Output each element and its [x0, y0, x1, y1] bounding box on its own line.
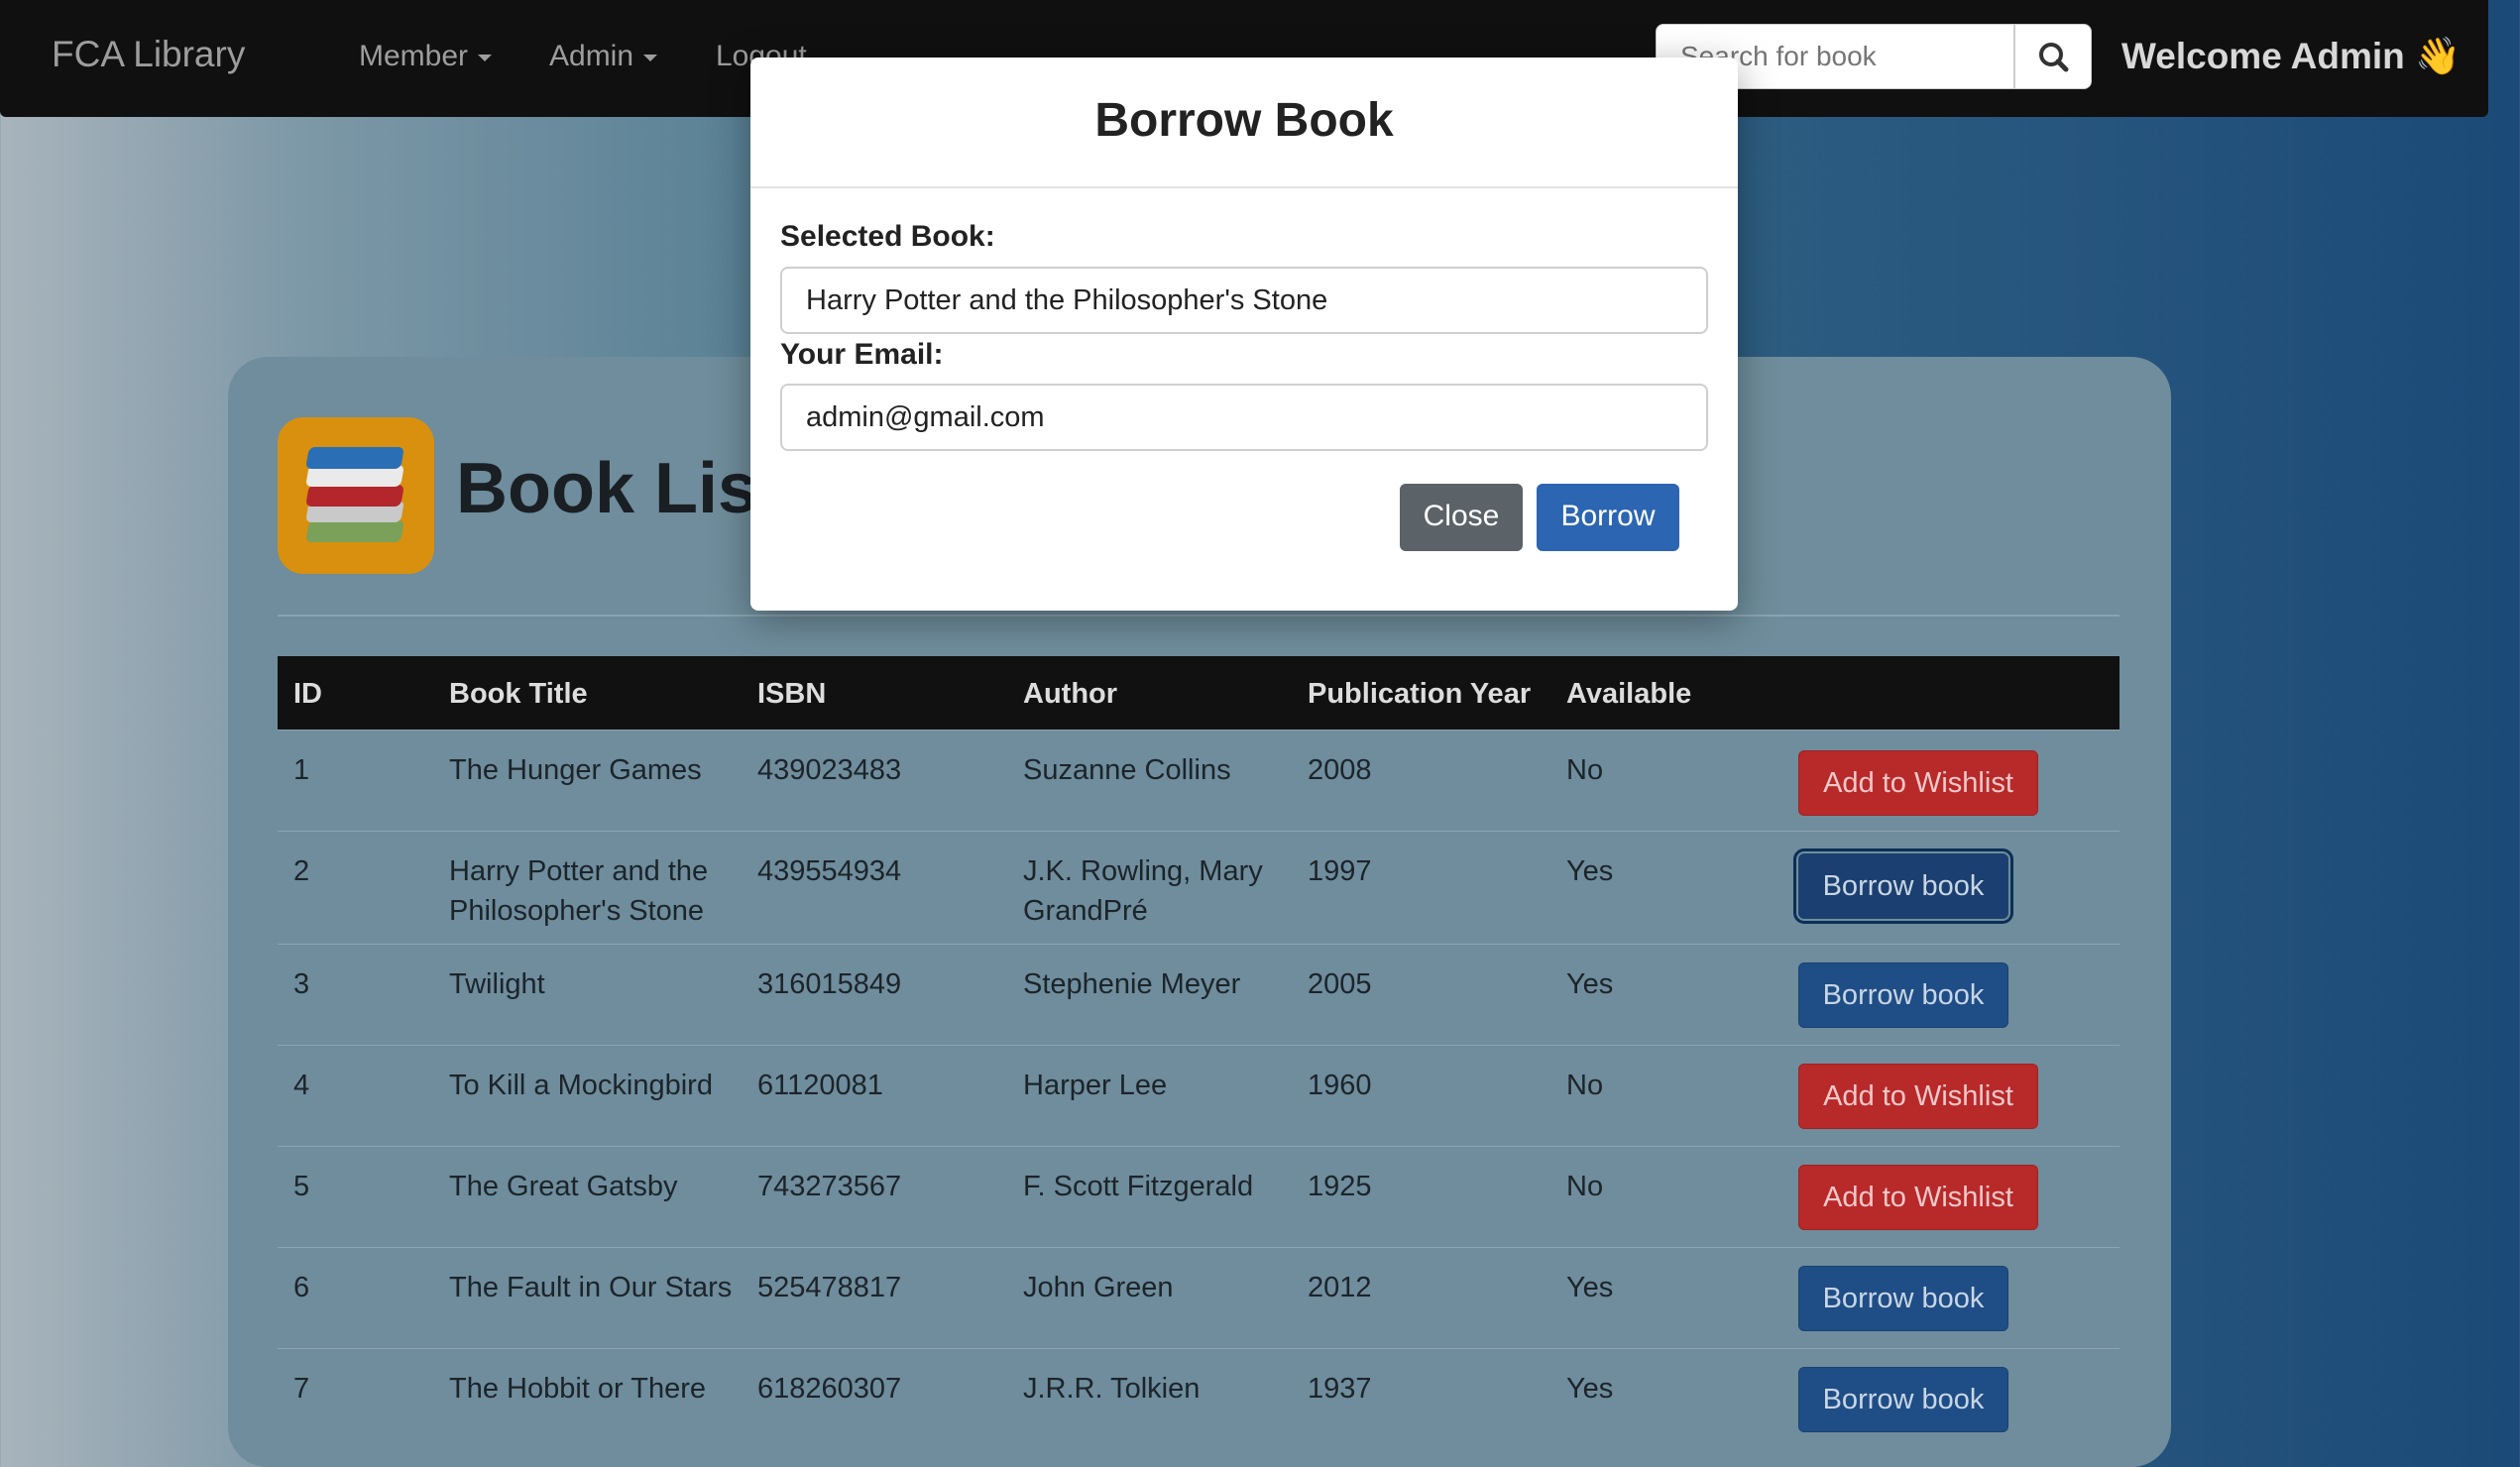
- search-icon: [2039, 43, 2069, 72]
- cell-isbn: 525478817: [757, 1272, 902, 1303]
- cell-available: Yes: [1566, 968, 1614, 1000]
- nav-admin-label: Admin: [549, 40, 634, 72]
- modal-divider: [750, 186, 1738, 188]
- cell-year: 1925: [1308, 1171, 1372, 1202]
- cell-id: 7: [293, 1373, 310, 1405]
- cell-id: 4: [293, 1070, 310, 1101]
- cell-year: 1937: [1308, 1373, 1372, 1405]
- table-header: ID Book Title ISBN Author Publication Ye…: [278, 656, 2119, 730]
- borrow-book-modal: Borrow Book Selected Book: Harry Potter …: [750, 57, 1738, 611]
- cell-author: Suzanne Collins: [1023, 754, 1231, 786]
- chevron-down-icon: [478, 54, 493, 61]
- column-header-year: Publication Year: [1308, 678, 1532, 710]
- add-to-wishlist-button[interactable]: Add to Wishlist: [1798, 1064, 2038, 1129]
- brand-link[interactable]: FCA Library: [52, 34, 245, 75]
- cell-isbn: 439554934: [757, 855, 902, 887]
- cell-title: Twilight: [449, 968, 545, 1000]
- cell-author: F. Scott Fitzgerald: [1023, 1171, 1254, 1202]
- add-to-wishlist-button[interactable]: Add to Wishlist: [1798, 750, 2038, 816]
- divider: [278, 615, 2119, 617]
- column-header-available: Available: [1566, 678, 1692, 710]
- cell-available: Yes: [1566, 855, 1614, 887]
- cell-title: The Hunger Games: [449, 754, 702, 786]
- cell-author: J.R.R. Tolkien: [1023, 1373, 1201, 1405]
- borrow-book-button[interactable]: Borrow book: [1793, 848, 2013, 924]
- cell-year: 2012: [1308, 1272, 1372, 1303]
- column-header-isbn: ISBN: [757, 678, 827, 710]
- nav-member-label: Member: [359, 40, 469, 72]
- borrow-book-button[interactable]: Borrow book: [1798, 1367, 2008, 1432]
- cell-isbn: 61120081: [757, 1070, 883, 1101]
- waving-hand-icon: 👋: [2415, 36, 2462, 76]
- cell-id: 3: [293, 968, 310, 1000]
- cell-available: No: [1566, 1070, 1604, 1101]
- column-header-id: ID: [293, 678, 322, 710]
- cell-year: 1960: [1308, 1070, 1372, 1101]
- cell-available: No: [1566, 1171, 1604, 1202]
- cell-author: Harper Lee: [1023, 1070, 1168, 1101]
- welcome-label: Welcome Admin: [2121, 36, 2405, 76]
- table-row: 4 To Kill a Mockingbird 61120081 Harper …: [278, 1045, 2119, 1147]
- table-row: 7 The Hobbit or There 618260307 J.R.R. T…: [278, 1348, 2119, 1432]
- close-button[interactable]: Close: [1400, 484, 1523, 551]
- cell-year: 2005: [1308, 968, 1372, 1000]
- email-field[interactable]: admin@gmail.com: [780, 384, 1708, 451]
- cell-title: The Great Gatsby: [449, 1171, 678, 1202]
- table-row: 2 Harry Potter and the Philosopher's Sto…: [278, 831, 2119, 945]
- welcome-text: Welcome Admin 👋: [2121, 36, 2461, 78]
- cell-title: To Kill a Mockingbird: [449, 1070, 713, 1101]
- books-logo-icon: [278, 417, 434, 574]
- cell-author: J.K. Rowling, Mary GrandPré: [1023, 855, 1263, 927]
- selected-book-field[interactable]: Harry Potter and the Philosopher's Stone: [780, 267, 1708, 334]
- email-label: Your Email:: [780, 338, 944, 371]
- nav-admin-dropdown[interactable]: Admin: [549, 40, 658, 73]
- add-to-wishlist-button[interactable]: Add to Wishlist: [1798, 1165, 2038, 1230]
- borrow-book-button[interactable]: Borrow book: [1798, 1266, 2008, 1331]
- cell-author: Stephenie Meyer: [1023, 968, 1241, 1000]
- column-header-title: Book Title: [449, 678, 588, 710]
- cell-available: Yes: [1566, 1272, 1614, 1303]
- page-title: Book List: [456, 449, 782, 528]
- borrow-book-button[interactable]: Borrow book: [1798, 962, 2008, 1028]
- cell-title: The Fault in Our Stars: [449, 1272, 733, 1303]
- cell-year: 1997: [1308, 855, 1372, 887]
- table-row: 1 The Hunger Games 439023483 Suzanne Col…: [278, 730, 2119, 832]
- cell-available: No: [1566, 754, 1604, 786]
- chevron-down-icon: [643, 54, 658, 61]
- borrow-button[interactable]: Borrow: [1537, 484, 1679, 551]
- cell-isbn: 439023483: [757, 754, 902, 786]
- table-row: 3 Twilight 316015849 Stephenie Meyer 200…: [278, 944, 2119, 1046]
- modal-title: Borrow Book: [1094, 94, 1394, 147]
- search-button[interactable]: [2014, 24, 2092, 89]
- selected-book-label: Selected Book:: [780, 220, 995, 253]
- cell-title: Harry Potter and the Philosopher's Stone: [449, 855, 709, 927]
- column-header-author: Author: [1023, 678, 1118, 710]
- cell-title: The Hobbit or There: [449, 1373, 706, 1405]
- cell-isbn: 743273567: [757, 1171, 902, 1202]
- cell-id: 2: [293, 855, 310, 887]
- cell-isbn: 618260307: [757, 1373, 902, 1405]
- cell-id: 1: [293, 754, 310, 786]
- cell-available: Yes: [1566, 1373, 1614, 1405]
- cell-author: John Green: [1023, 1272, 1174, 1303]
- cell-id: 6: [293, 1272, 310, 1303]
- nav-member-dropdown[interactable]: Member: [359, 40, 493, 73]
- cell-isbn: 316015849: [757, 968, 902, 1000]
- table-row: 6 The Fault in Our Stars 525478817 John …: [278, 1247, 2119, 1349]
- cell-id: 5: [293, 1171, 310, 1202]
- table-row: 5 The Great Gatsby 743273567 F. Scott Fi…: [278, 1146, 2119, 1248]
- cell-year: 2008: [1308, 754, 1372, 786]
